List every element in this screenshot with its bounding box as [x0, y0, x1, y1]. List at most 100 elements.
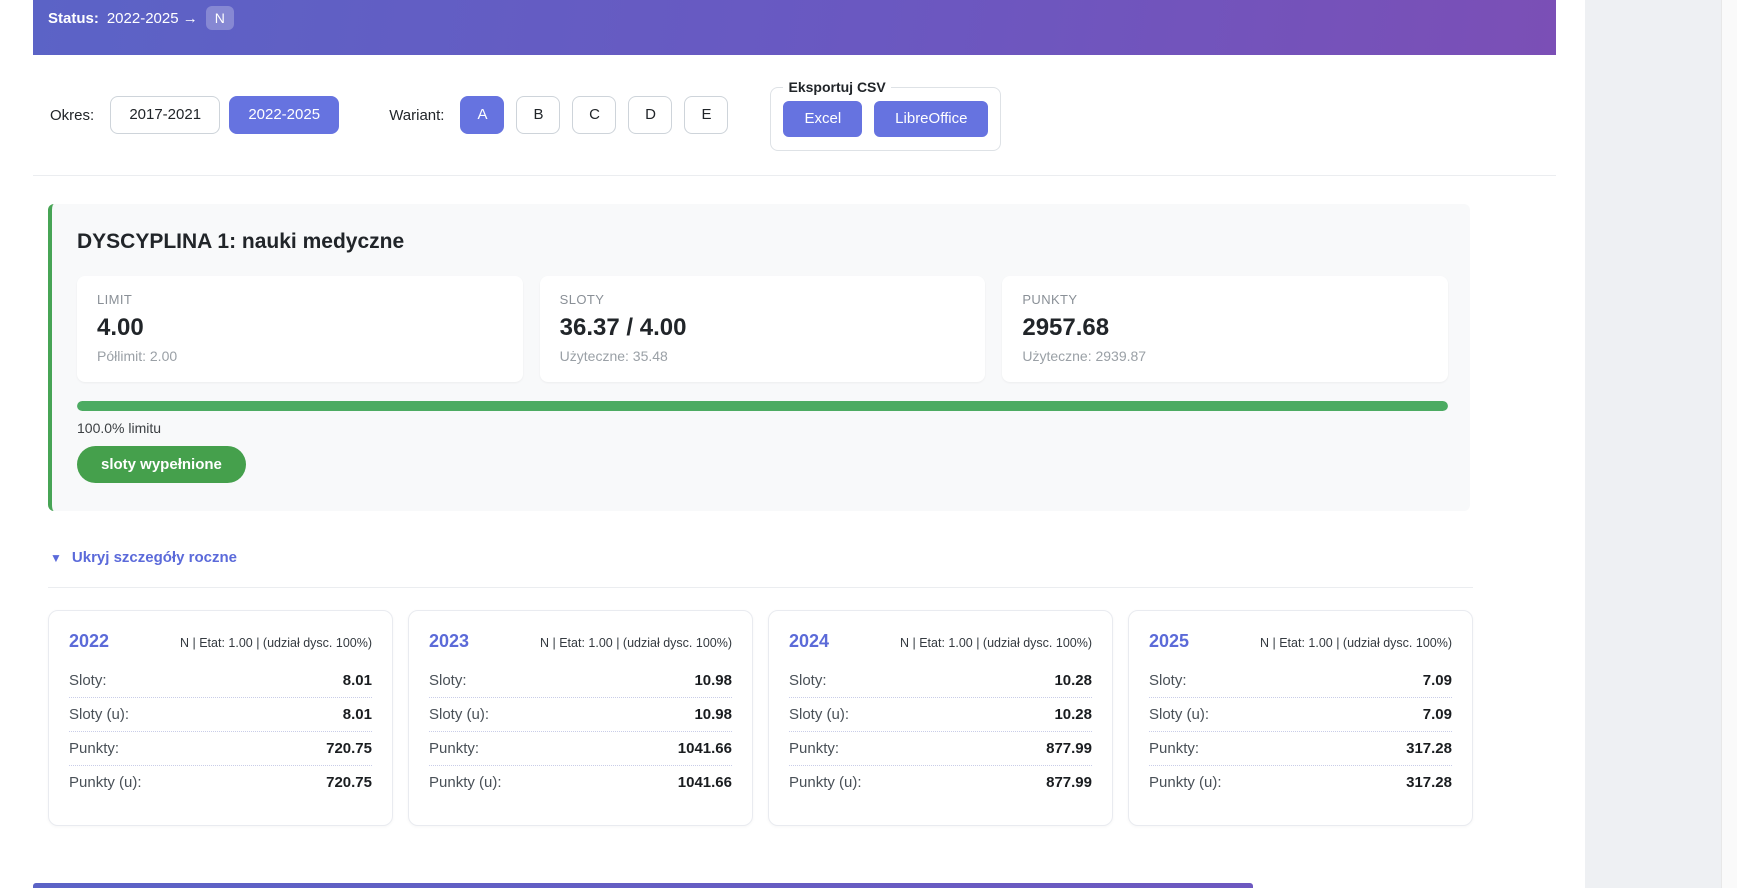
year-stat-row: Sloty: 7.09: [1149, 664, 1452, 698]
year-stat-row: Sloty: 10.98: [429, 664, 732, 698]
year-stat-label: Sloty (u):: [789, 706, 849, 723]
year-card-2022: 2022 N | Etat: 1.00 | (udział dysc. 100%…: [48, 610, 393, 826]
stat-boxes: LIMIT 4.00 Półlimit: 2.00 SLOTY 36.37 / …: [77, 276, 1448, 382]
year-stat-label: Sloty (u):: [429, 706, 489, 723]
okres-button-group: 2017-2021 2022-2025: [110, 96, 339, 134]
year-stat-value: 8.01: [343, 672, 372, 689]
year-number: 2023: [429, 631, 469, 652]
wariant-button-e[interactable]: E: [684, 96, 728, 134]
app-panel: Status: 2022-2025 → N Okres: 2017-2021 2…: [0, 0, 1585, 888]
wariant-button-group: A B C D E: [460, 96, 728, 134]
year-stat-label: Sloty:: [1149, 672, 1187, 689]
status-banner: Status: 2022-2025 → N: [33, 0, 1556, 55]
wariant-button-c[interactable]: C: [572, 96, 616, 134]
year-stat-row: Punkty: 877.99: [789, 732, 1092, 766]
okres-button-2017-2021[interactable]: 2017-2021: [110, 96, 220, 134]
year-stat-value: 317.28: [1406, 774, 1452, 791]
export-csv-group: Eksportuj CSV Excel LibreOffice: [770, 79, 1001, 151]
wariant-button-d[interactable]: D: [628, 96, 672, 134]
year-stat-value: 10.98: [694, 706, 732, 723]
limit-progress-bar: [77, 401, 1448, 411]
year-stat-row: Punkty: 317.28: [1149, 732, 1452, 766]
year-card-2024: 2024 N | Etat: 1.00 | (udział dysc. 100%…: [768, 610, 1113, 826]
year-stat-row: Sloty: 10.28: [789, 664, 1092, 698]
stat-subtext: Półlimit: 2.00: [97, 348, 503, 364]
year-stat-value: 10.28: [1054, 706, 1092, 723]
stat-value: 4.00: [97, 314, 503, 342]
year-stat-row: Sloty (u): 7.09: [1149, 698, 1452, 732]
year-stat-value: 720.75: [326, 740, 372, 757]
wariant-button-b[interactable]: B: [516, 96, 560, 134]
year-stat-row: Punkty: 1041.66: [429, 732, 732, 766]
stat-value: 36.37 / 4.00: [560, 314, 966, 342]
year-stat-label: Punkty:: [1149, 740, 1199, 757]
year-stat-value: 877.99: [1046, 740, 1092, 757]
export-excel-button[interactable]: Excel: [783, 101, 862, 137]
year-stat-label: Punkty:: [789, 740, 839, 757]
year-stat-value: 8.01: [343, 706, 372, 723]
yearly-details-toggle-label: Ukryj szczegóły roczne: [72, 549, 237, 566]
year-stat-value: 1041.66: [678, 774, 732, 791]
year-stat-row: Punkty (u): 317.28: [1149, 766, 1452, 799]
year-stat-label: Sloty:: [789, 672, 827, 689]
year-stat-label: Punkty (u):: [789, 774, 862, 791]
status-value: 2022-2025 →: [107, 10, 198, 27]
year-stat-label: Sloty:: [69, 672, 107, 689]
year-stat-label: Sloty (u):: [1149, 706, 1209, 723]
controls-bar: Okres: 2017-2021 2022-2025 Wariant: A B …: [33, 55, 1556, 176]
limit-progress-label: 100.0% limitu: [77, 420, 1448, 436]
year-number: 2024: [789, 631, 829, 652]
stat-label: PUNKTY: [1022, 292, 1428, 307]
scrollbar[interactable]: [1721, 0, 1737, 888]
export-libreoffice-button[interactable]: LibreOffice: [874, 101, 988, 137]
year-stat-row: Sloty (u): 10.98: [429, 698, 732, 732]
stat-subtext: Użyteczne: 35.48: [560, 348, 966, 364]
year-stat-label: Punkty:: [69, 740, 119, 757]
year-number: 2025: [1149, 631, 1189, 652]
stat-label: LIMIT: [97, 292, 503, 307]
status-label: Status:: [48, 10, 99, 27]
year-meta: N | Etat: 1.00 | (udział dysc. 100%): [540, 636, 732, 650]
year-stat-value: 877.99: [1046, 774, 1092, 791]
year-stat-row: Sloty: 8.01: [69, 664, 372, 698]
status-badge: N: [206, 6, 234, 30]
year-stat-row: Punkty: 720.75: [69, 732, 372, 766]
year-stat-label: Punkty (u):: [69, 774, 142, 791]
stat-box-punkty: PUNKTY 2957.68 Użyteczne: 2939.87: [1002, 276, 1448, 382]
year-stat-label: Sloty:: [429, 672, 467, 689]
okres-button-2022-2025[interactable]: 2022-2025: [229, 96, 339, 134]
year-stat-value: 720.75: [326, 774, 372, 791]
year-stat-row: Sloty (u): 8.01: [69, 698, 372, 732]
stat-box-sloty: SLOTY 36.37 / 4.00 Użyteczne: 35.48: [540, 276, 986, 382]
year-card-2025: 2025 N | Etat: 1.00 | (udział dysc. 100%…: [1128, 610, 1473, 826]
wariant-label: Wariant:: [389, 107, 444, 124]
year-stat-value: 10.98: [694, 672, 732, 689]
stat-label: SLOTY: [560, 292, 966, 307]
okres-label: Okres:: [50, 107, 94, 124]
year-meta: N | Etat: 1.00 | (udział dysc. 100%): [180, 636, 372, 650]
stat-box-limit: LIMIT 4.00 Półlimit: 2.00: [77, 276, 523, 382]
year-card-2023: 2023 N | Etat: 1.00 | (udział dysc. 100%…: [408, 610, 753, 826]
year-stat-value: 10.28: [1054, 672, 1092, 689]
year-stat-label: Punkty (u):: [1149, 774, 1222, 791]
year-stat-label: Sloty (u):: [69, 706, 129, 723]
year-stat-value: 7.09: [1423, 706, 1452, 723]
year-stat-value: 1041.66: [678, 740, 732, 757]
stat-value: 2957.68: [1022, 314, 1428, 342]
slots-filled-badge: sloty wypełnione: [77, 446, 246, 483]
year-number: 2022: [69, 631, 109, 652]
yearly-details-toggle[interactable]: ▼ Ukryj szczegóły roczne: [50, 549, 237, 587]
stat-subtext: Użyteczne: 2939.87: [1022, 348, 1428, 364]
year-stat-label: Punkty (u):: [429, 774, 502, 791]
year-stat-value: 7.09: [1423, 672, 1452, 689]
year-stat-row: Punkty (u): 720.75: [69, 766, 372, 799]
wariant-button-a[interactable]: A: [460, 96, 504, 134]
year-meta: N | Etat: 1.00 | (udział dysc. 100%): [900, 636, 1092, 650]
export-csv-legend: Eksportuj CSV: [783, 79, 890, 95]
discipline-title: DYSCYPLINA 1: nauki medyczne: [77, 230, 1448, 254]
year-stat-value: 317.28: [1406, 740, 1452, 757]
year-meta: N | Etat: 1.00 | (udział dysc. 100%): [1260, 636, 1452, 650]
discipline-card: DYSCYPLINA 1: nauki medyczne LIMIT 4.00 …: [48, 204, 1470, 511]
year-stat-row: Punkty (u): 877.99: [789, 766, 1092, 799]
year-cards-section: 2022 N | Etat: 1.00 | (udział dysc. 100%…: [48, 587, 1473, 826]
